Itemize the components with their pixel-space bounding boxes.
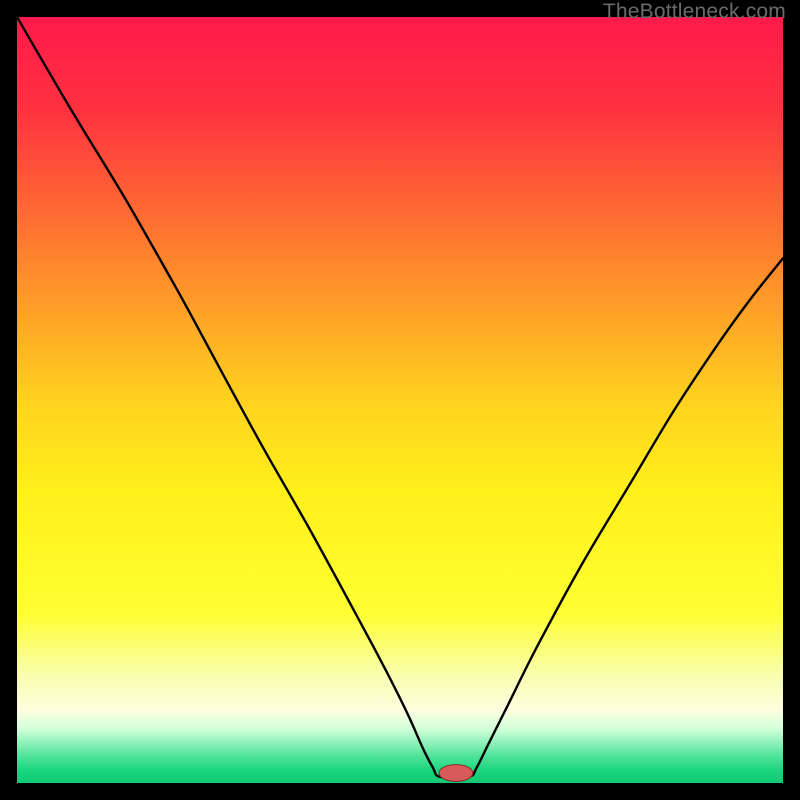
chart-frame: TheBottleneck.com [0,0,800,800]
watermark-text: TheBottleneck.com [603,0,786,24]
chart-plot-area [17,17,783,783]
chart-svg [17,17,783,783]
optimal-point-marker [439,765,473,782]
chart-background [17,17,783,783]
